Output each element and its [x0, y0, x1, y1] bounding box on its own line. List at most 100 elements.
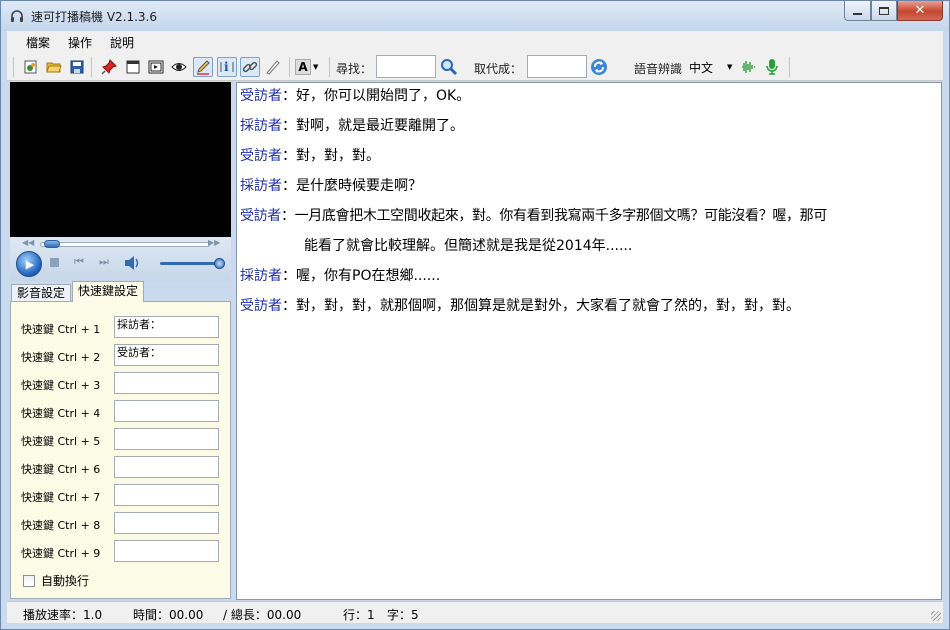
preview-button[interactable] — [169, 57, 189, 77]
video-frame-button[interactable] — [146, 57, 166, 77]
shortcut-input[interactable]: 受訪者： — [114, 344, 219, 366]
transcript-line: 受訪者：對，對，對，就那個啊，那個算是就是對外，大家看了就會了然的，對，對，對。 — [240, 296, 800, 316]
utterance-text: ：對，對，對，就那個啊，那個算是就是對外，大家看了就會了然的，對，對，對。 — [282, 298, 800, 314]
previous-icon[interactable]: ⏮ — [74, 255, 84, 269]
volume-icon[interactable] — [124, 255, 142, 271]
shortcut-row: 快速鍵 Ctrl + 4 — [21, 400, 226, 422]
link-icon — [242, 61, 258, 73]
shortcut-input[interactable] — [114, 512, 219, 534]
menu-help[interactable]: 說明 — [101, 34, 143, 51]
video-display — [10, 82, 231, 237]
shortcut-row: 快速鍵 Ctrl + 3 — [21, 372, 226, 394]
close-button[interactable]: ✕ — [897, 1, 943, 21]
shortcut-row: 快速鍵 Ctrl + 7 — [21, 484, 226, 506]
pin-button[interactable] — [99, 57, 119, 77]
maximize-button[interactable] — [871, 1, 897, 21]
info-button[interactable]: i — [217, 57, 237, 77]
font-icon: A — [295, 59, 311, 75]
font-button[interactable]: A ▼ — [295, 57, 323, 77]
toolbar-separator — [329, 57, 330, 77]
waveform-button[interactable] — [738, 57, 758, 77]
utterance-text: ：好，你可以開始問了，OK。 — [282, 88, 471, 104]
save-button[interactable] — [67, 57, 87, 77]
seek-bar[interactable] — [40, 242, 210, 247]
open-file-button[interactable] — [44, 57, 64, 77]
transcript-line: 受訪者：對，對，對。 — [240, 146, 380, 166]
window-title: 速可打播稿機 V2.1.3.6 — [31, 10, 158, 24]
seek-thumb[interactable] — [44, 240, 60, 248]
transcript-editor[interactable]: 受訪者：好，你可以開始問了，OK。 採訪者：對啊，就是最近要離開了。 受訪者：對… — [236, 82, 942, 600]
auto-wrap-option[interactable]: 自動換行 — [23, 572, 89, 589]
volume-thumb[interactable] — [214, 258, 225, 269]
shortcut-input[interactable] — [114, 456, 219, 478]
speaker-label: 採訪者 — [240, 268, 282, 284]
shortcut-row: 快速鍵 Ctrl + 9 — [21, 540, 226, 562]
replace-input[interactable] — [527, 55, 587, 78]
clear-button[interactable] — [263, 57, 283, 77]
microphone-button[interactable] — [762, 57, 782, 77]
film-icon — [148, 60, 164, 74]
stop-icon[interactable] — [50, 258, 59, 267]
minimize-icon — [853, 12, 862, 15]
window-button[interactable] — [123, 57, 143, 77]
transcript-line: 受訪者：一月底會把木工空間收起來，對。你有看到我寫兩千多字那個文嗎？可能沒看？喔… — [240, 206, 827, 226]
info-cursor-icon: i — [220, 60, 234, 74]
status-bar: 播放速率：1.0 時間：00.00 / 總長：00.00 行：1 字：5 — [7, 601, 943, 623]
shortcut-input[interactable] — [114, 400, 219, 422]
title-bar: 速可打播稿機 V2.1.3.6 ✕ — [1, 1, 949, 31]
speaker-label: 採訪者 — [240, 118, 282, 134]
shortcut-input[interactable] — [114, 540, 219, 562]
transcript-line: 採訪者：對啊，就是最近要離開了。 — [240, 116, 464, 136]
shortcut-input[interactable] — [114, 484, 219, 506]
speaker-label: 受訪者 — [240, 208, 281, 224]
speaker-label: 採訪者 — [240, 178, 282, 194]
minimize-button[interactable] — [844, 1, 871, 21]
speaker-label: 受訪者 — [240, 298, 282, 314]
tab-media-settings[interactable]: 影音設定 — [11, 284, 72, 302]
microphone-icon — [766, 59, 778, 75]
fast-forward-icon[interactable]: ▶▶ — [208, 238, 220, 247]
auto-wrap-checkbox[interactable] — [23, 574, 35, 587]
rewind-icon[interactable]: ◀◀ — [22, 238, 34, 247]
next-icon[interactable]: ⏭ — [99, 255, 109, 269]
shortcut-label: 快速鍵 Ctrl + 3 — [21, 379, 101, 392]
pencil-icon — [197, 60, 210, 75]
find-label: 尋找： — [336, 62, 373, 76]
utterance-text: ：對，對，對。 — [282, 148, 380, 164]
tab-shortcut-settings[interactable]: 快速鍵設定 — [72, 281, 145, 302]
line-number: 行：1 — [343, 608, 375, 622]
playback-speed: 播放速率：1.0 — [23, 608, 103, 622]
find-button[interactable] — [439, 57, 459, 77]
speaker-label: 受訪者 — [240, 148, 282, 164]
replace-button[interactable] — [589, 57, 609, 77]
new-file-button[interactable] — [21, 57, 41, 77]
toolbar-separator — [289, 57, 290, 77]
folder-open-icon — [46, 62, 62, 73]
transcript-line: 採訪者：是什麼時候要走啊？ — [240, 176, 422, 196]
resize-grip[interactable] — [931, 611, 941, 621]
shortcut-input[interactable]: 採訪者： — [114, 316, 219, 338]
play-button[interactable]: ▶ — [16, 251, 42, 277]
shortcut-input[interactable] — [114, 372, 219, 394]
shortcut-row: 快速鍵 Ctrl + 8 — [21, 512, 226, 534]
menu-file[interactable]: 檔案 — [17, 34, 59, 51]
shortcut-input[interactable] — [114, 428, 219, 450]
utterance-continuation: 能看了就會比較理解。但簡述就是我是從2014年...... — [304, 238, 633, 254]
app-window: 速可打播稿機 V2.1.3.6 ✕ 檔案 操作 說明 i A ▼ 尋找： 取代成… — [0, 0, 950, 630]
headphones-app-icon — [11, 10, 23, 22]
menu-operate[interactable]: 操作 — [59, 34, 101, 51]
language-value: 中文 — [689, 60, 714, 75]
menu-bar: 檔案 操作 說明 — [7, 31, 943, 53]
toolbar-separator — [789, 57, 790, 77]
find-input[interactable] — [376, 55, 436, 78]
link-button[interactable] — [240, 57, 260, 77]
maximize-icon — [879, 6, 889, 15]
play-icon: ▶ — [25, 257, 35, 271]
transcript-line: 採訪者：喔，你有PO在想鄉...... — [240, 266, 440, 286]
edit-mode-button[interactable] — [193, 57, 213, 77]
char-count: 字：5 — [387, 608, 419, 622]
toolbar-separator — [91, 57, 92, 77]
language-select[interactable]: 中文 ▼ — [689, 57, 735, 77]
auto-wrap-label: 自動換行 — [41, 574, 90, 588]
utterance-text: ：對啊，就是最近要離開了。 — [282, 118, 464, 134]
